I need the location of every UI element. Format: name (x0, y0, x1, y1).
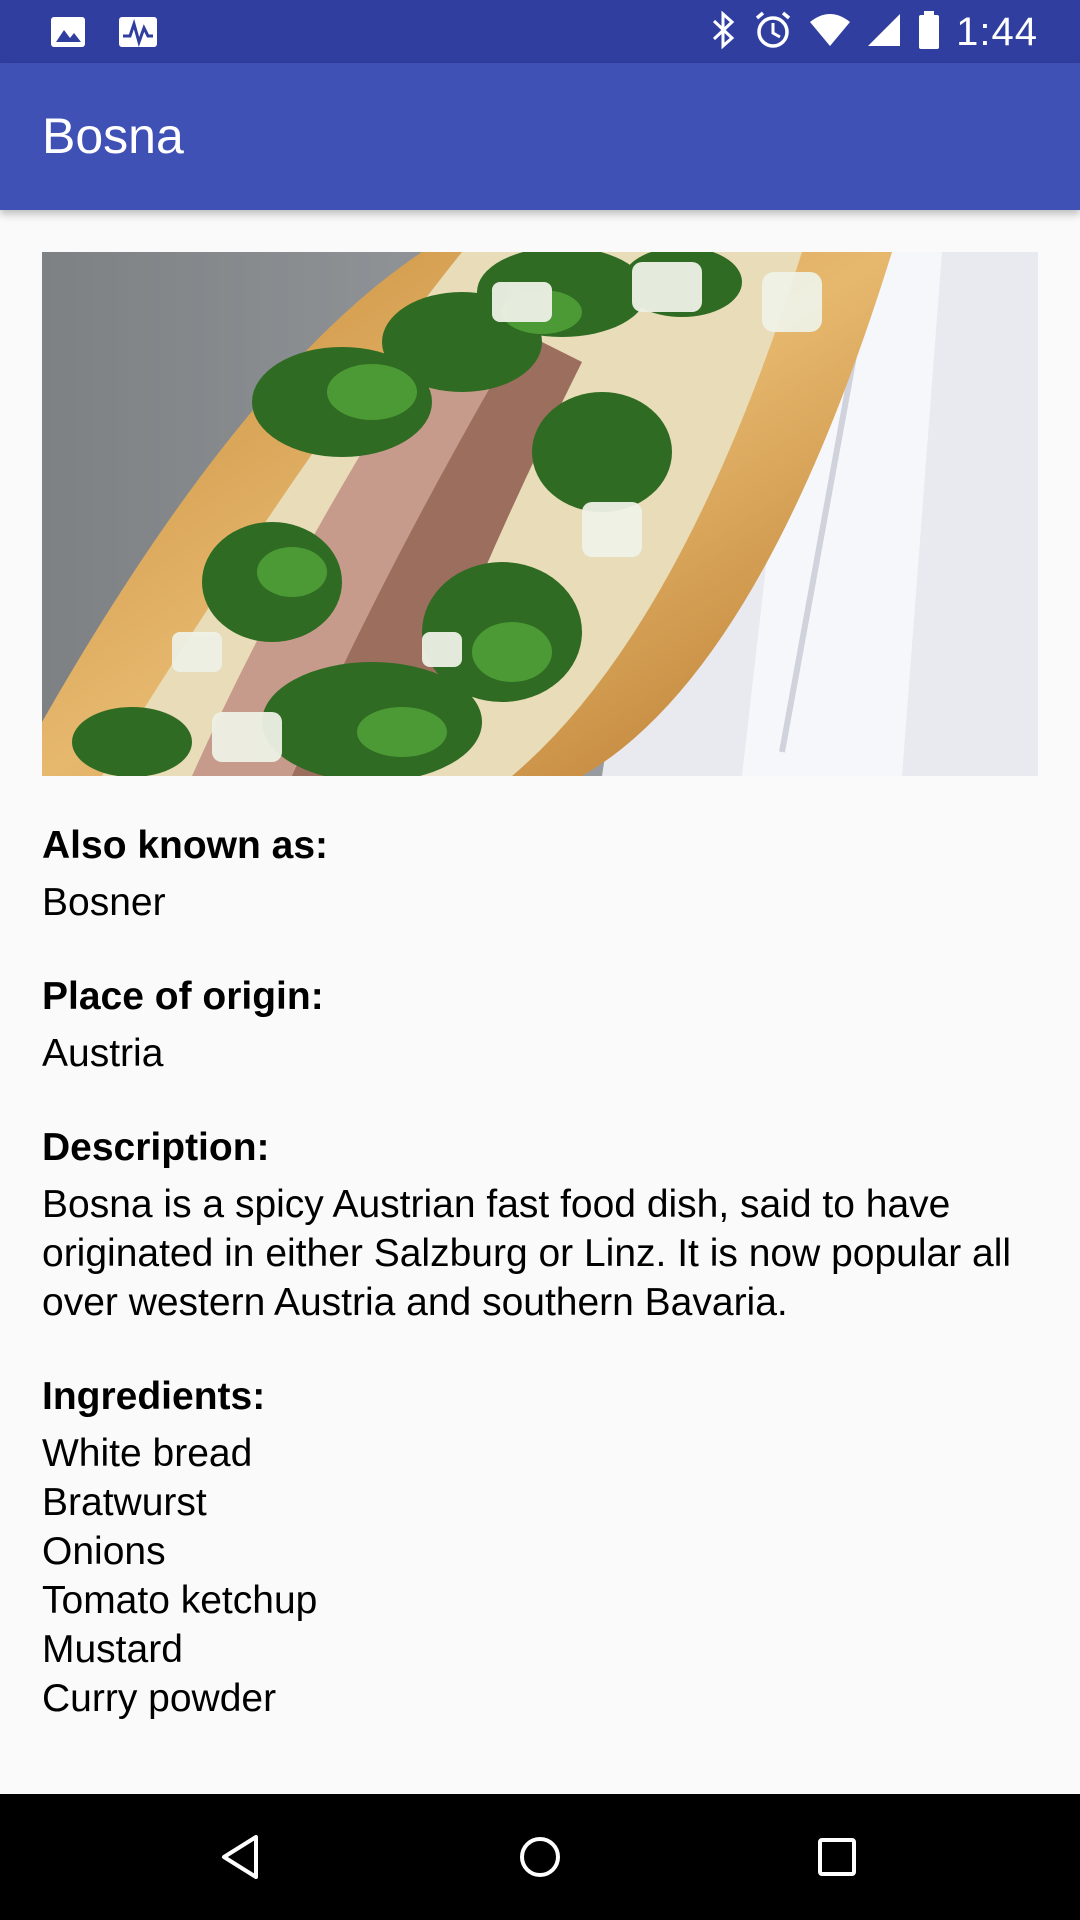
ingredient-item: Mustard (42, 1628, 183, 1671)
page-title: Bosna (42, 108, 184, 164)
ingredient-item: Curry powder (42, 1677, 277, 1720)
activity-icon (116, 12, 160, 57)
recents-icon (818, 1838, 856, 1876)
signal-icon (866, 10, 902, 55)
ingredients-label: Ingredients: (42, 1375, 266, 1418)
bluetooth-icon (708, 8, 738, 57)
ingredient-item: Tomato ketchup (42, 1579, 318, 1622)
dish-photo (42, 252, 1038, 776)
wifi-icon (808, 10, 852, 55)
home-button[interactable] (505, 1822, 575, 1892)
status-bar: 1:44 (0, 0, 1080, 63)
also-known-as-label: Also known as: (42, 824, 329, 867)
navigation-bar (0, 1794, 1080, 1920)
ingredient-item: White bread (42, 1432, 253, 1475)
back-button[interactable] (206, 1822, 276, 1892)
status-time: 1:44 (956, 10, 1038, 54)
origin-label: Place of origin: (42, 975, 324, 1018)
description-section: Description: Bosna is a spicy Austrian f… (42, 1124, 1038, 1327)
origin-section: Place of origin: Austria (42, 973, 1038, 1078)
dish-details: Also known as: Bosner Place of origin: A… (42, 252, 1038, 1723)
also-known-as-value: Bosner (42, 881, 166, 924)
ingredient-item: Bratwurst (42, 1481, 207, 1524)
home-icon (520, 1837, 560, 1877)
battery-icon (916, 8, 942, 57)
ingredients-section: Ingredients: White bread Bratwurst Onion… (42, 1373, 1038, 1723)
also-known-as-section: Also known as: Bosner (42, 822, 1038, 927)
app-bar: Bosna (0, 63, 1080, 210)
description-value: Bosna is a spicy Austrian fast food dish… (42, 1183, 1012, 1324)
alarm-icon (752, 8, 794, 57)
ingredient-item: Onions (42, 1530, 166, 1573)
image-icon (48, 12, 88, 57)
status-system: 1:44 (708, 8, 1038, 57)
back-icon (222, 1835, 258, 1879)
recents-button[interactable] (802, 1822, 872, 1892)
description-label: Description: (42, 1126, 270, 1169)
origin-value: Austria (42, 1032, 164, 1075)
status-notifications (48, 12, 160, 57)
screen: 1:44 Bosna Also known as: Bosner Place o… (0, 0, 1080, 1920)
